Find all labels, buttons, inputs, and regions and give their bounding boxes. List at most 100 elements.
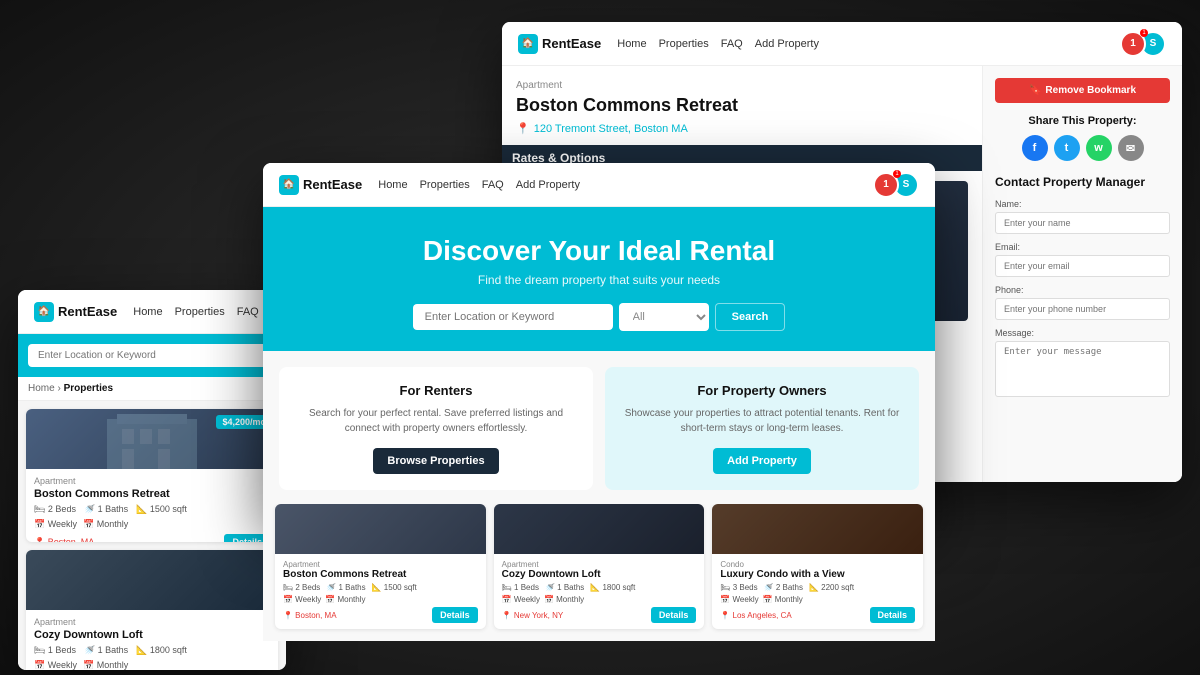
prop-name-2: Cozy Downtown Loft	[34, 629, 270, 641]
form-message-label: Message:	[995, 328, 1170, 338]
detail-navbar: 🏠 RentEase Home Properties FAQ Add Prope…	[502, 22, 1182, 66]
breadcrumb: Home › Properties	[18, 377, 286, 401]
form-phone-label: Phone:	[995, 285, 1170, 295]
prop-tag-monthly-2: 📅 Monthly	[83, 660, 128, 670]
featured-card-1: Apartment Boston Commons Retreat 🛏 2 Bed…	[275, 504, 486, 629]
info-cards-row: For Renters Search for your perfect rent…	[263, 351, 935, 506]
renters-card-text: Search for your perfect rental. Save pre…	[295, 406, 577, 436]
prop-type-2: Apartment	[34, 617, 270, 627]
feat-details-btn-2[interactable]: Details	[651, 607, 697, 623]
hero-title: Discover Your Ideal Rental	[283, 235, 915, 267]
feat-loc-3: 📍 Los Angeles, CA	[720, 611, 791, 620]
prop-details-2: 🛏 1 Beds 🚿 1 Baths 📐 1800 sqft	[34, 645, 270, 656]
list-nav-home[interactable]: Home	[133, 306, 162, 318]
main-navbar: 🏠 RentEase Home Properties FAQ Add Prope…	[263, 163, 935, 207]
featured-card-body-2: Apartment Cozy Downtown Loft 🛏 1 Beds 🚿 …	[494, 554, 705, 629]
featured-details-1: 🛏 2 Beds 🚿 1 Baths 📐 1500 sqft	[283, 583, 478, 592]
share-whatsapp[interactable]: w	[1086, 135, 1112, 161]
share-email[interactable]: ✉	[1118, 135, 1144, 161]
browse-properties-button[interactable]: Browse Properties	[373, 448, 498, 474]
form-phone-input[interactable]	[995, 298, 1170, 320]
prop-baths-2: 🚿 1 Baths	[84, 645, 128, 656]
featured-card-3: Condo Luxury Condo with a View 🛏 3 Beds …	[712, 504, 923, 629]
list-search-input[interactable]	[28, 344, 276, 367]
prop-tags-1: 📅 Weekly 📅 Monthly	[34, 519, 270, 530]
prop-tag-weekly-1: 📅 Weekly	[34, 519, 77, 530]
detail-brand: 🏠 RentEase	[518, 34, 601, 54]
owners-card: For Property Owners Showcase your proper…	[605, 367, 919, 490]
nav-properties-detail[interactable]: Properties	[659, 38, 709, 50]
hero-search-button[interactable]: Search	[715, 303, 786, 331]
feat-beds-2: 🛏 1 Beds	[502, 583, 539, 592]
main-home-window: 🏠 RentEase Home Properties FAQ Add Prope…	[263, 163, 935, 523]
feat-footer-2: 📍 New York, NY Details	[502, 607, 697, 623]
prop-card-body-1: Apartment Boston Commons Retreat 🛏 2 Bed…	[26, 469, 278, 542]
prop-card-body-2: Apartment Cozy Downtown Loft 🛏 1 Beds 🚿 …	[26, 610, 278, 670]
main-brand: 🏠 RentEase	[279, 175, 362, 195]
feat-tags-3: 📅 Weekly 📅 Monthly	[720, 595, 915, 604]
form-message-input[interactable]	[995, 341, 1170, 397]
form-email-input[interactable]	[995, 255, 1170, 277]
detail-address: 📍 120 Tremont Street, Boston MA	[516, 122, 968, 135]
feat-loc-1: 📍 Boston, MA	[283, 611, 337, 620]
feat-tags-1: 📅 Weekly 📅 Monthly	[283, 595, 478, 604]
list-nav-properties[interactable]: Properties	[175, 306, 225, 318]
form-phone-group: Phone:	[995, 285, 1170, 320]
featured-card-image-3	[712, 504, 923, 554]
prop-card-image-1: $4,200/mo	[26, 409, 278, 469]
renters-card: For Renters Search for your perfect rent…	[279, 367, 593, 490]
prop-sqft-2: 📐 1800 sqft	[136, 645, 187, 656]
brand-icon: 🏠	[518, 34, 538, 54]
main-avatars: 1 1 S	[873, 172, 919, 198]
list-brand: 🏠 RentEase	[34, 302, 117, 322]
feat-baths-1: 🚿 1 Baths	[326, 583, 365, 592]
bookmark-icon: 🔖	[1029, 85, 1041, 96]
form-name-input[interactable]	[995, 212, 1170, 234]
share-facebook[interactable]: f	[1022, 135, 1048, 161]
hero-search-input[interactable]	[413, 304, 613, 330]
list-nav-faq[interactable]: FAQ	[237, 306, 259, 318]
brand-name: RentEase	[542, 36, 601, 51]
list-brand-name: RentEase	[58, 304, 117, 319]
main-nav-addprop[interactable]: Add Property	[516, 179, 580, 191]
nav-home-detail[interactable]: Home	[617, 38, 646, 50]
owners-card-text: Showcase your properties to attract pote…	[621, 406, 903, 436]
share-title: Share This Property:	[995, 115, 1170, 127]
featured-card-body-1: Apartment Boston Commons Retreat 🛏 2 Bed…	[275, 554, 486, 629]
hero-subtitle: Find the dream property that suits your …	[283, 273, 915, 287]
detail-address-text: 120 Tremont Street, Boston MA	[534, 123, 688, 135]
feat-baths-3: 🚿 2 Baths	[764, 583, 803, 592]
feat-tag-m-1: 📅 Monthly	[325, 595, 365, 604]
detail-avatars: 1 1 S	[1120, 31, 1166, 57]
contact-form-title: Contact Property Manager	[995, 175, 1170, 189]
feat-beds-1: 🛏 2 Beds	[283, 583, 320, 592]
featured-details-2: 🛏 1 Beds 🚿 1 Baths 📐 1800 sqft	[502, 583, 697, 592]
share-twitter[interactable]: t	[1054, 135, 1080, 161]
nav-faq-detail[interactable]: FAQ	[721, 38, 743, 50]
nav-addprop-detail[interactable]: Add Property	[755, 38, 819, 50]
feat-sqft-1: 📐 1500 sqft	[372, 583, 417, 592]
main-notif-dot: 1	[893, 170, 901, 178]
featured-card-body-3: Condo Luxury Condo with a View 🛏 3 Beds …	[712, 554, 923, 629]
prop-footer-1: 📍 Boston, MA Details	[34, 534, 270, 542]
feat-details-btn-3[interactable]: Details	[870, 607, 916, 623]
hero-search-select[interactable]: All Apartment Condo House	[619, 303, 709, 331]
detail-sidebar: 🔖 Remove Bookmark Share This Property: f…	[982, 66, 1182, 482]
main-nav-home[interactable]: Home	[378, 179, 407, 191]
prop-location-1: 📍 Boston, MA	[34, 537, 94, 543]
prop-details-1: 🛏 2 Beds 🚿 1 Baths 📐 1500 sqft	[34, 504, 270, 515]
remove-bookmark-button[interactable]: 🔖 Remove Bookmark	[995, 78, 1170, 103]
main-nav-properties[interactable]: Properties	[420, 179, 470, 191]
featured-details-3: 🛏 3 Beds 🚿 2 Baths 📐 2200 sqft	[720, 583, 915, 592]
list-brand-icon: 🏠	[34, 302, 54, 322]
featured-type-2: Apartment	[502, 560, 697, 569]
main-nav-faq[interactable]: FAQ	[482, 179, 504, 191]
add-property-button[interactable]: Add Property	[713, 448, 811, 474]
list-search-bar	[18, 334, 286, 377]
owners-card-title: For Property Owners	[621, 383, 903, 398]
prop-baths-1: 🚿 1 Baths	[84, 504, 128, 515]
feat-details-btn-1[interactable]: Details	[432, 607, 478, 623]
featured-type-1: Apartment	[283, 560, 478, 569]
featured-card-image-2	[494, 504, 705, 554]
featured-name-2: Cozy Downtown Loft	[502, 569, 697, 580]
